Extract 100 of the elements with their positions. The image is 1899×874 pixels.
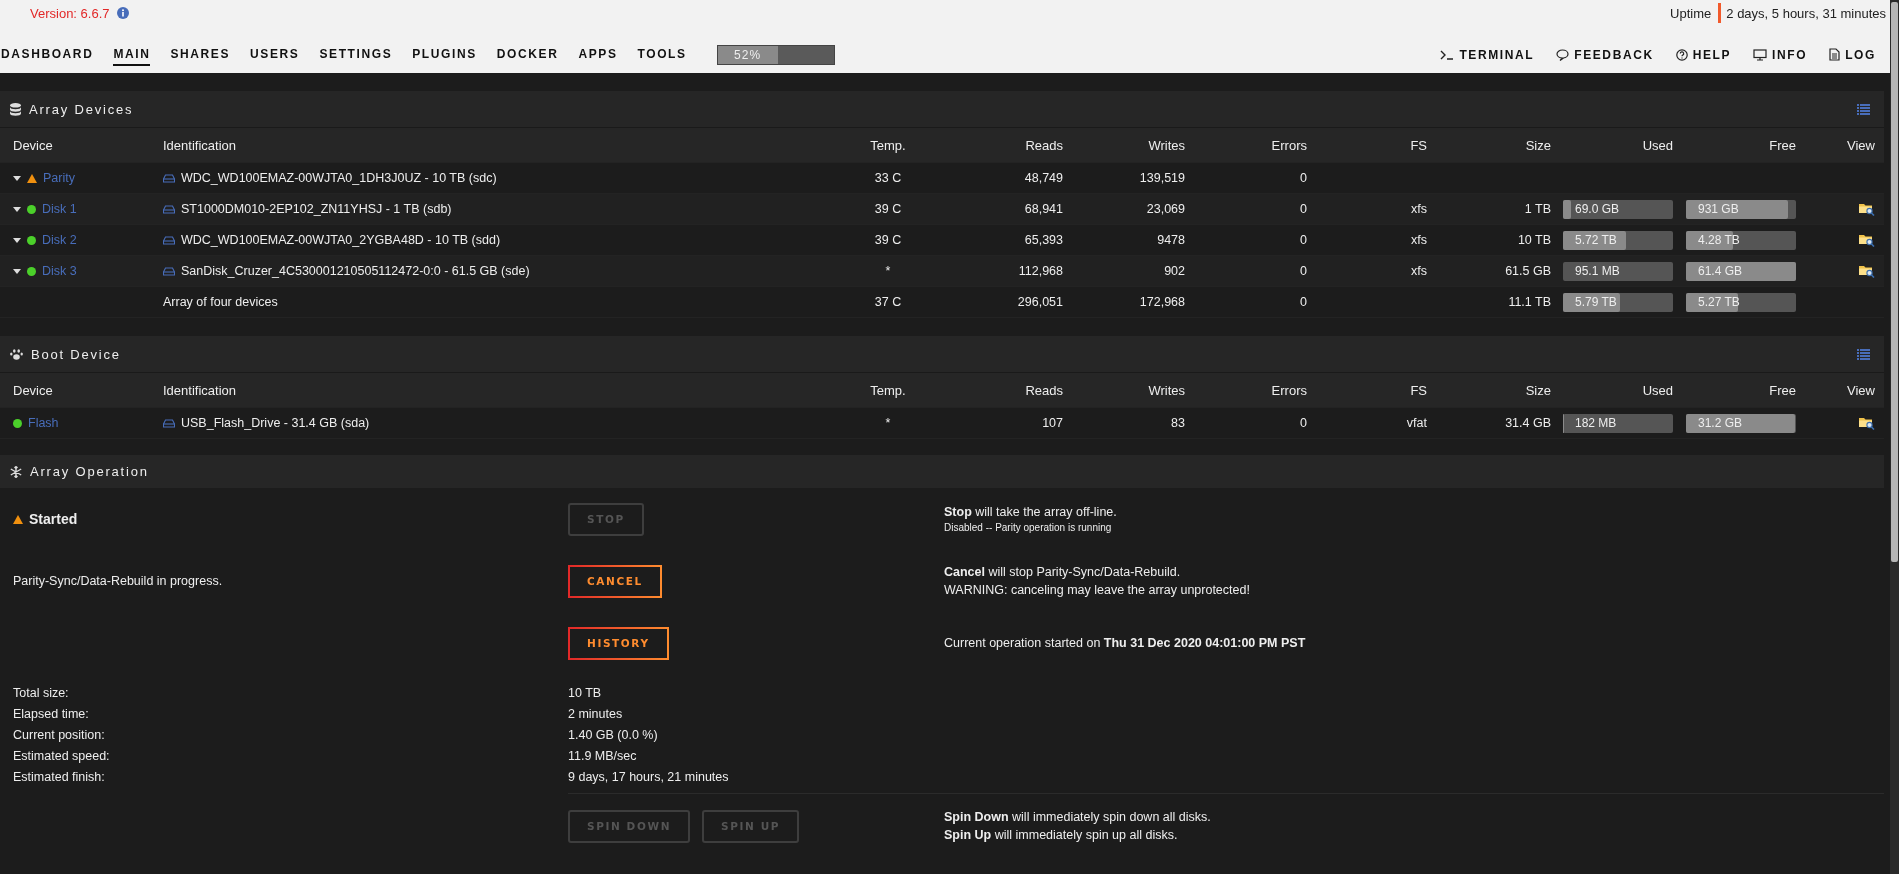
list-icon[interactable]: [1857, 103, 1870, 115]
nav-tab[interactable]: USERS: [250, 43, 300, 66]
array-status: Started: [29, 511, 78, 527]
stat-value: 2 minutes: [568, 706, 624, 721]
scrollbar-thumb[interactable]: [1891, 2, 1898, 562]
usage-bar: 4.28 TB: [1686, 230, 1796, 250]
filesystem-cell: xfs: [1411, 202, 1427, 216]
usage-bar: 931 GB: [1686, 199, 1796, 219]
stat-label: Current position:: [13, 727, 106, 742]
errors-cell: 0: [1300, 171, 1307, 185]
reads-cell: 68,941: [1024, 202, 1063, 216]
reads-cell: 112,968: [1018, 264, 1063, 278]
folder-search-icon[interactable]: [1859, 264, 1875, 278]
stat-label: Elapsed time:: [13, 706, 90, 721]
column-header: Used: [1642, 382, 1673, 398]
description-text: Current operation started on Thu 31 Dec 2020 04:01:00 PM PST: [944, 635, 1307, 652]
temperature-cell: *: [885, 416, 891, 430]
column-header: Size: [1525, 382, 1551, 398]
nav-tab[interactable]: SHARES: [170, 43, 231, 66]
errors-cell: 0: [1300, 264, 1307, 278]
stat-value: 1.40 GB (0.0 %): [568, 727, 659, 742]
nav-tab[interactable]: PLUGINS: [412, 43, 477, 66]
size-cell: 31.4 GB: [1505, 416, 1551, 430]
temperature-cell: 39 C: [874, 202, 902, 216]
usage-bar: 5.79 TB: [1563, 292, 1673, 312]
temperature-cell: 33 C: [874, 171, 902, 185]
nav-tab[interactable]: DOCKER: [496, 43, 559, 66]
nav-tab[interactable]: DASHBOARD: [1, 43, 94, 66]
writes-cell: 172,968: [1139, 295, 1185, 309]
caret-icon[interactable]: [13, 268, 21, 274]
column-header: Temp.: [870, 137, 906, 153]
temperature-cell: 37 C: [874, 295, 902, 309]
stat-value: 11.9 MB/sec: [568, 748, 638, 763]
nav-link[interactable]: HELP: [1675, 47, 1732, 62]
column-header: Errors: [1271, 137, 1307, 153]
temperature-cell: *: [885, 264, 891, 278]
nav-link[interactable]: FEEDBACK: [1556, 47, 1654, 62]
description-text: Spin Up will immediately spin up all disks.: [944, 827, 1179, 844]
writes-cell: 139,519: [1139, 171, 1185, 185]
column-header: FS: [1410, 382, 1427, 398]
errors-cell: 0: [1300, 295, 1307, 309]
caret-icon[interactable]: [13, 175, 21, 181]
filesystem-cell: xfs: [1411, 233, 1427, 247]
identification-text: WDC_WD100EMAZ-00WJTA0_1DH3J0UZ - 10 TB (sdc): [181, 171, 497, 185]
folder-search-icon[interactable]: [1859, 233, 1875, 247]
monitor-icon: [1753, 48, 1768, 61]
nav-link[interactable]: INFO: [1753, 47, 1808, 62]
size-cell: 1 TB: [1524, 202, 1551, 216]
nav-link[interactable]: LOG: [1829, 47, 1876, 62]
caret-icon[interactable]: [13, 206, 21, 212]
temperature-cell: 39 C: [874, 233, 902, 247]
column-header: Used: [1642, 137, 1673, 153]
stat-value: 10 TB: [568, 685, 603, 700]
identification-text: USB_Flash_Drive - 31.4 GB (sda): [181, 416, 370, 430]
usage-bar: 5.72 TB: [1563, 230, 1673, 250]
errors-cell: 0: [1300, 202, 1307, 216]
nav-tab[interactable]: APPS: [578, 43, 618, 66]
panel-title: Boot Device: [31, 346, 122, 362]
description-text: Cancel will stop Parity-Sync/Data-Rebuild.: [944, 564, 1182, 581]
action-button[interactable]: HISTORY: [568, 626, 669, 660]
note-text: Disabled -- Parity operation is running: [944, 521, 1113, 535]
help-icon: [1675, 48, 1688, 61]
identification-text: SanDisk_Cruzer_4C530001210505112472-0:0 - 61.5 GB (sde): [181, 264, 530, 278]
filesystem-cell: xfs: [1411, 264, 1427, 278]
nav-tab[interactable]: SETTINGS: [319, 43, 393, 66]
column-header: Reads: [1025, 137, 1063, 153]
column-header: FS: [1410, 137, 1427, 153]
column-header: Identification: [163, 382, 236, 398]
caret-icon[interactable]: [13, 237, 21, 243]
uptime-value: 2 days, 5 hours, 31 minutes: [1726, 5, 1886, 21]
uptime-label: Uptime: [1670, 5, 1712, 21]
stat-label: Estimated speed:: [13, 748, 111, 763]
info-icon[interactable]: [116, 7, 129, 19]
folder-search-icon[interactable]: [1859, 416, 1875, 430]
action-button[interactable]: CANCEL: [568, 564, 662, 598]
summary-text: Array of four devices: [163, 295, 278, 309]
writes-cell: 902: [1164, 264, 1185, 278]
size-cell: 11.1 TB: [1508, 295, 1551, 309]
column-header: View: [1847, 137, 1875, 153]
folder-search-icon[interactable]: [1859, 202, 1875, 216]
nav-tab[interactable]: MAIN: [113, 43, 151, 66]
panel-title: Array Devices: [29, 101, 135, 117]
usage-bar: 61.4 GB: [1686, 261, 1796, 281]
nav-link[interactable]: TERMINAL: [1440, 47, 1535, 62]
usage-bar: 95.1 MB: [1563, 261, 1673, 281]
paw-icon: [10, 348, 23, 360]
usage-bar: 31.2 GB: [1686, 413, 1796, 433]
document-icon: [1829, 48, 1841, 61]
terminal-icon: [1440, 49, 1455, 60]
writes-cell: 9478: [1157, 233, 1185, 247]
size-cell: 61.5 GB: [1505, 264, 1551, 278]
speech-bubble-icon: [1556, 48, 1570, 61]
list-icon[interactable]: [1857, 348, 1870, 360]
usage-bar: 69.0 GB: [1563, 199, 1673, 219]
panel-title: Array Operation: [30, 464, 149, 479]
nav-tab[interactable]: TOOLS: [637, 43, 687, 66]
reads-cell: 107: [1042, 416, 1063, 430]
note-text: WARNING: canceling may leave the array unprotected!: [944, 582, 1251, 599]
database-icon: [10, 102, 21, 116]
size-cell: 10 TB: [1517, 233, 1551, 247]
